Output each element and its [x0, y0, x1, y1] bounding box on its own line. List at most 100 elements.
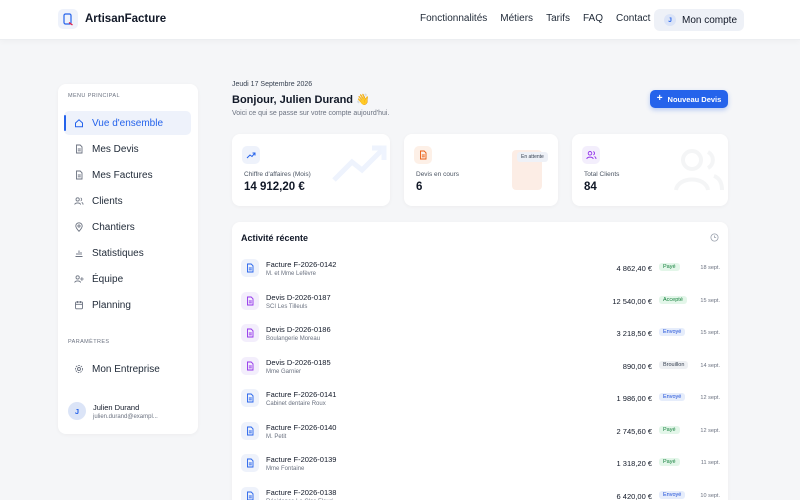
- gear-icon: [74, 364, 84, 374]
- activity-row[interactable]: Facture F-2026-0140 M. Petit 2 745,60 € Pay…: [232, 417, 728, 449]
- activity-date: 15 sept.: [700, 330, 720, 336]
- document-icon: [74, 144, 84, 154]
- top-navbar: ArtisanFacture Fonctionnalités Métiers T…: [0, 0, 800, 40]
- activity-row[interactable]: Facture F-2026-0142 M. et Mme Lefèvre 4 86…: [232, 254, 728, 286]
- panel-title: Activité récente: [241, 233, 309, 243]
- sidebar-item-label: Mon Entreprise: [92, 363, 160, 375]
- activity-amount: 890,00 €: [622, 361, 652, 371]
- activity-amount: 3 218,50 €: [616, 329, 652, 338]
- stat-value: 6: [416, 181, 423, 193]
- status-badge: Payé: [659, 425, 680, 434]
- account-button[interactable]: J Mon compte: [654, 9, 744, 31]
- activity-row[interactable]: Devis D-2026-0185 Mme Garnier 890,00 € Brou…: [232, 352, 728, 384]
- sidebar-item-label: Clients: [92, 195, 123, 207]
- calendar-icon: [74, 300, 84, 310]
- activity-client: M. Petit: [266, 433, 287, 440]
- status-badge: Envoyé: [659, 328, 686, 336]
- account-avatar: J: [664, 14, 676, 26]
- sidebar-item-planning[interactable]: Planning: [64, 293, 191, 317]
- sidebar-user[interactable]: J Julien Durand julien.durand@exampl...: [68, 402, 158, 420]
- activity-amount: 12 540,00 €: [612, 296, 652, 306]
- account-label: Mon compte: [682, 14, 738, 26]
- brand-logo[interactable]: ArtisanFacture: [58, 9, 166, 29]
- sidebar-item-statistiques[interactable]: Statistiques: [64, 241, 191, 265]
- invoice-document-icon: [241, 421, 259, 440]
- status-badge: Payé: [659, 263, 680, 271]
- status-badge: Accepté: [659, 295, 687, 304]
- stat-label: Chiffre d'affaires (Mois): [244, 171, 311, 178]
- plus-icon: +: [656, 93, 663, 104]
- activity-date: 12 sept.: [700, 395, 720, 401]
- sidebar-item-label: Équipe: [92, 273, 124, 285]
- sidebar-item-equipe[interactable]: Équipe: [64, 267, 191, 291]
- sidebar-item-clients[interactable]: Clients: [64, 189, 191, 213]
- stat-value: 84: [584, 181, 597, 193]
- sidebar-item-factures[interactable]: Mes Factures: [64, 163, 191, 187]
- new-devis-label: Nouveau Devis: [667, 94, 722, 104]
- activity-client: SCI Les Tilleuls: [266, 303, 308, 310]
- activity-amount: 4 862,40 €: [616, 264, 652, 273]
- users-icon: [674, 149, 724, 191]
- sidebar-heading-main: MENU PRINCIPAL: [68, 93, 120, 99]
- activity-client: Boulangerie Moreau: [266, 336, 321, 342]
- clock-icon[interactable]: [710, 233, 719, 242]
- map-pin-icon: [74, 222, 84, 232]
- chart-icon: [74, 248, 84, 258]
- sidebar-item-devis[interactable]: Mes Devis: [64, 137, 191, 161]
- activity-title: Facture F-2026-0141: [266, 390, 337, 399]
- devis-document-icon: [241, 291, 259, 310]
- sidebar-item-label: Mes Devis: [92, 143, 139, 155]
- sidebar-item-mon-entreprise[interactable]: Mon Entreprise: [64, 357, 191, 381]
- stat-label: Devis en cours: [416, 171, 459, 178]
- sidebar-heading-settings: PARAMÈTRES: [68, 339, 110, 345]
- stat-card-devis: En attente Devis en cours 6: [404, 134, 558, 206]
- users-icon: [582, 146, 600, 164]
- activity-row[interactable]: Facture F-2026-0141 Cabinet dentaire Roux…: [232, 384, 728, 416]
- activity-row[interactable]: Devis D-2026-0187 SCI Les Tilleuls 12 540,…: [232, 287, 728, 319]
- main-nav: Fonctionnalités Métiers Tarifs FAQ Conta…: [420, 13, 650, 24]
- current-date: Jeudi 17 Septembre 2026: [232, 81, 313, 88]
- nav-link-contact[interactable]: Contact: [616, 13, 650, 24]
- activity-date: 15 sept.: [700, 297, 720, 304]
- activity-client: Cabinet dentaire Roux: [266, 401, 326, 407]
- activity-title: Devis D-2026-0187: [266, 292, 331, 302]
- sidebar-item-label: Vue d'ensemble: [92, 117, 164, 129]
- activity-title: Devis D-2026-0186: [266, 325, 331, 334]
- users-icon: [74, 196, 84, 206]
- status-badge: Envoyé: [659, 393, 686, 401]
- recent-activity-panel: Activité récente Facture F-2026-0142 M. e…: [232, 222, 728, 500]
- activity-title: Facture F-2026-0142: [266, 260, 337, 269]
- new-devis-button[interactable]: + Nouveau Devis: [650, 90, 728, 108]
- user-name: Julien Durand: [93, 402, 140, 412]
- activity-title: Devis D-2026-0185: [266, 357, 331, 367]
- invoice-document-icon: [241, 486, 259, 500]
- stat-card-clients: Total Clients 84: [572, 134, 728, 206]
- activity-row[interactable]: Facture F-2026-0139 Mme Fontaine 1 318,20 …: [232, 449, 728, 481]
- activity-row[interactable]: Devis D-2026-0186 Boulangerie Moreau 3 218…: [232, 319, 728, 351]
- activity-row[interactable]: Facture F-2026-0138Résidence Le Clos Fle…: [232, 482, 728, 500]
- activity-amount: 1 318,20 €: [616, 459, 652, 468]
- nav-link-metiers[interactable]: Métiers: [500, 13, 533, 24]
- status-badge: Envoyé: [659, 490, 686, 499]
- activity-date: 14 sept.: [700, 362, 720, 369]
- home-icon: [74, 118, 84, 128]
- sidebar-item-label: Planning: [92, 299, 131, 311]
- nav-link-faq[interactable]: FAQ: [583, 13, 603, 24]
- nav-link-fonctionnalites[interactable]: Fonctionnalités: [420, 13, 487, 24]
- trend-up-icon: [332, 145, 387, 182]
- page-subtitle: Voici ce qui se passe sur votre compte a…: [232, 110, 390, 117]
- invoice-icon: [74, 170, 84, 180]
- sidebar-item-chantiers[interactable]: Chantiers: [64, 215, 191, 239]
- avatar: J: [68, 402, 86, 420]
- devis-document-icon: [241, 324, 259, 342]
- sidebar-item-overview[interactable]: Vue d'ensemble: [64, 111, 191, 135]
- sidebar-item-label: Chantiers: [92, 221, 135, 233]
- activity-amount: 1 986,00 €: [616, 394, 652, 403]
- activity-title: Facture F-2026-0140: [266, 422, 337, 432]
- nav-link-tarifs[interactable]: Tarifs: [546, 13, 570, 24]
- activity-amount: 2 745,60 €: [616, 426, 652, 436]
- sidebar-item-label: Mes Factures: [92, 169, 153, 181]
- page-title: Bonjour, Julien Durand 👋: [232, 94, 370, 106]
- status-badge: Payé: [659, 458, 680, 466]
- sidebar-item-label: Statistiques: [92, 247, 144, 259]
